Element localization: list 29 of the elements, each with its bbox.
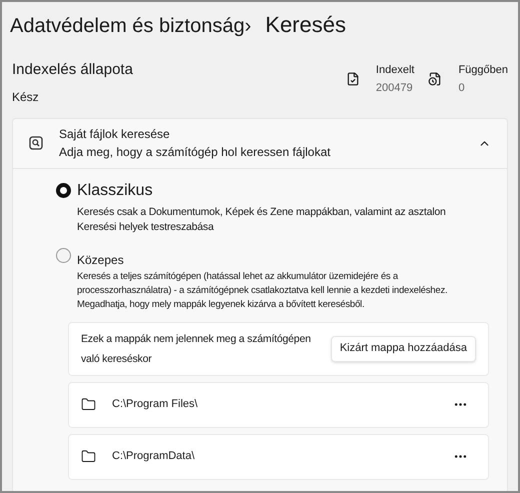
radio-button[interactable] xyxy=(56,183,71,198)
option-description: Keresés csak a Dokumentumok, Képek és Zene mappákban, valamint az asztalon xyxy=(77,204,447,220)
folder-row[interactable]: C:\ProgramData\ xyxy=(68,434,489,480)
folder-icon xyxy=(81,397,96,412)
option-description: Keresés a teljes számítógépen (hatással lehet az akkumulátor üzemidejére és a processzorhasználatra) - a számítógépnek csatlakoztatva kell lennie a kezdeti indexeléshez. Megadhatja, hogy mely mappák legyenek kizárva a bővített keresésből. xyxy=(77,270,448,312)
stat-label: Függőben xyxy=(458,62,508,78)
stat-value: 0 xyxy=(458,81,466,96)
page-title: Keresés xyxy=(265,11,346,39)
search-icon xyxy=(29,136,43,150)
stat-value: 200479 xyxy=(376,81,414,96)
file-check-icon xyxy=(346,72,360,86)
folder-path: C:\Program Files\ xyxy=(112,397,199,412)
breadcrumb-link[interactable]: Adatvédelem és biztonság› xyxy=(10,11,252,41)
indexing-status: Kész xyxy=(12,88,40,106)
radio-label: Klasszikus xyxy=(77,180,153,200)
file-clock-icon xyxy=(428,72,442,86)
folder-row[interactable]: C:\Program Files\ xyxy=(68,382,489,428)
radio-button[interactable] xyxy=(56,248,71,263)
folder-icon xyxy=(81,449,96,464)
stat-label: Indexelt xyxy=(376,62,414,78)
section-subtitle: Adja meg, hogy a számítógép hol keressen fájlokat xyxy=(59,144,332,161)
radio-label: Közepes xyxy=(77,252,124,268)
indexing-title: Indexelés állapota xyxy=(12,60,133,80)
folder-path: C:\ProgramData\ xyxy=(112,449,196,464)
section-title: Saját fájlok keresése xyxy=(59,126,171,143)
add-excluded-folder-button[interactable]: Kizárt mappa hozzáadása xyxy=(330,336,476,362)
section-header[interactable]: Saját fájlok keresése Adja meg, hogy a számítógép hol keressen fájlokat xyxy=(13,118,507,168)
excluded-description: Ezek a mappák nem jelennek meg a számítógépen való kereséskor xyxy=(81,332,312,366)
option-description[interactable]: Keresési helyek testreszabása xyxy=(77,220,489,234)
